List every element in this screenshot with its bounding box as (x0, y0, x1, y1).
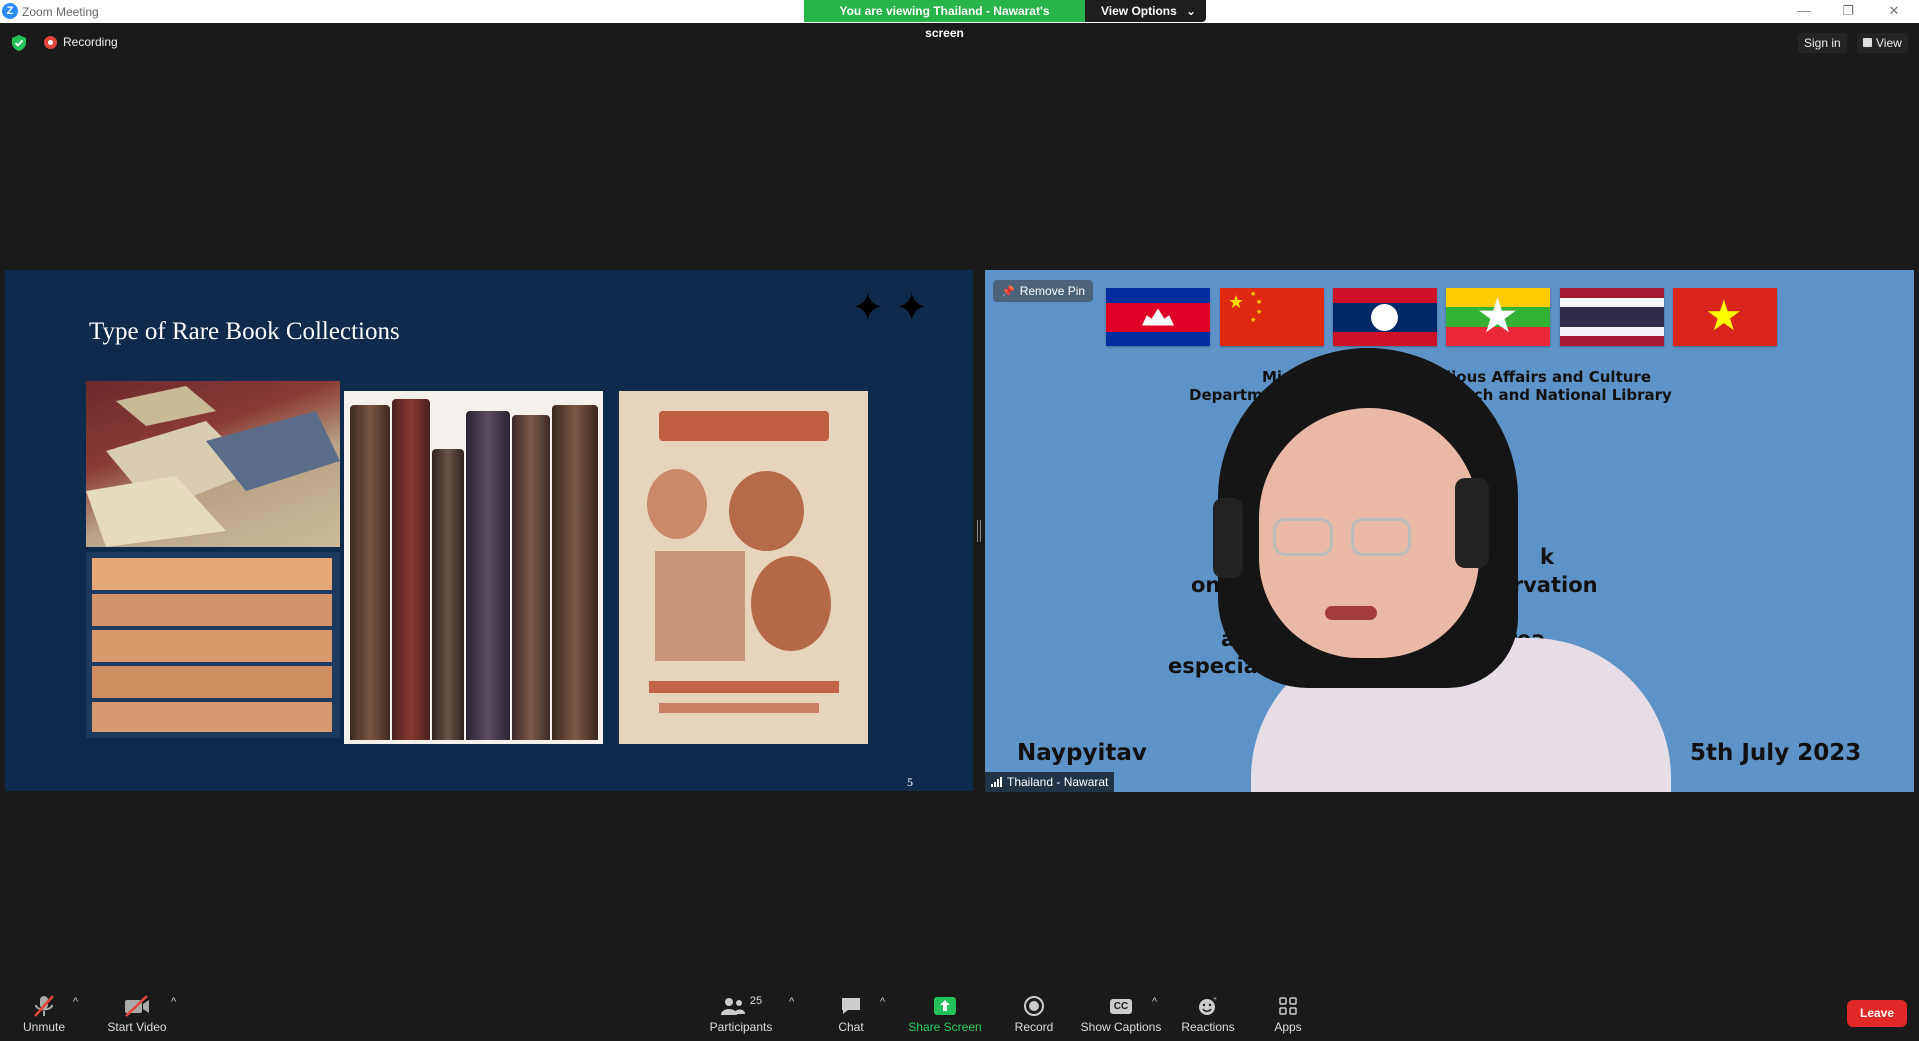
reactions-label: Reactions (1181, 1020, 1235, 1034)
microphone-muted-icon (34, 995, 54, 1017)
record-label: Record (1014, 1020, 1054, 1034)
panel-resize-handle[interactable] (977, 520, 981, 542)
audio-options-caret[interactable]: ^ (73, 996, 78, 1008)
participant-name: Thailand - Nawarat (1007, 775, 1109, 789)
start-video-button[interactable]: Start Video (92, 994, 182, 1034)
viewing-screen-notice: You are viewing Thailand - Nawarat's scr… (804, 0, 1085, 40)
apps-button[interactable]: Apps (1243, 994, 1333, 1034)
participant-name-tag: Thailand - Nawarat (985, 772, 1115, 792)
video-options-caret[interactable]: ^ (171, 996, 176, 1008)
video-camera-off-icon (125, 995, 149, 1017)
meeting-top-bar: Recording Sign in View (0, 23, 1919, 63)
view-layout-icon (1863, 38, 1872, 47)
svg-text:+: + (1213, 996, 1217, 1003)
chevron-down-icon: ⌄ (1185, 4, 1196, 18)
banner-text: Naypyitav (1017, 740, 1147, 766)
participants-count: 25 (749, 995, 763, 1007)
start-video-label: Start Video (107, 1020, 167, 1034)
view-label: View (1876, 36, 1902, 50)
smiley-reaction-icon: + (1199, 996, 1217, 1015)
restore-button[interactable]: ❐ (1838, 3, 1858, 19)
banner-text: 5th July 2023 (1690, 740, 1862, 766)
record-button[interactable]: Record (989, 994, 1079, 1034)
remove-pin-button[interactable]: 📌 Remove Pin (993, 280, 1094, 302)
thai-book-cover-photo (619, 391, 868, 744)
captions-options-caret[interactable]: ^ (1152, 996, 1157, 1008)
window-title-bar: Z Zoom Meeting You are viewing Thailand … (0, 0, 1919, 40)
recording-label: Recording (63, 35, 118, 49)
chat-label: Chat (838, 1020, 864, 1034)
chat-options-caret[interactable]: ^ (880, 996, 885, 1008)
shared-screen[interactable]: Type of Rare Book Collections ✦ ✦ 5 (5, 270, 973, 791)
minimize-button[interactable]: — (1794, 3, 1814, 19)
remove-pin-label: Remove Pin (1019, 284, 1086, 298)
screen-share-banner: You are viewing Thailand - Nawarat's scr… (804, 0, 1206, 40)
rare-books-table-photo (86, 381, 340, 547)
sign-in-button[interactable]: Sign in (1798, 33, 1847, 53)
participants-icon (720, 998, 745, 1015)
view-options-label: View Options (1101, 4, 1177, 18)
share-screen-icon (934, 997, 956, 1015)
close-window-button[interactable]: ✕ (1884, 3, 1904, 19)
chat-bubble-icon (842, 998, 860, 1014)
view-options-button[interactable]: View Options ⌄ (1085, 0, 1206, 22)
recording-indicator[interactable]: Recording (44, 35, 118, 49)
pin-icon: 📌 (1001, 285, 1015, 298)
participants-button[interactable]: 25 Participants (696, 994, 786, 1034)
record-icon (1024, 996, 1044, 1016)
show-captions-label: Show Captions (1080, 1020, 1162, 1034)
share-screen-button[interactable]: Share Screen (900, 994, 990, 1034)
sparkle-decoration-icon: ✦ (895, 286, 929, 330)
reactions-button[interactable]: + Reactions (1163, 994, 1253, 1034)
view-button[interactable]: View (1857, 33, 1908, 53)
zoom-logo-icon: Z (2, 3, 18, 19)
participants-label: Participants (709, 1020, 773, 1034)
palm-leaf-manuscripts-photo (86, 552, 340, 738)
meeting-controls-toolbar: Unmute ^ Start Video ^ 25 Participants ^ (0, 980, 1919, 1041)
apps-label: Apps (1274, 1020, 1302, 1034)
security-shield-icon[interactable] (12, 35, 26, 51)
apps-grid-icon (1279, 997, 1297, 1015)
leather-bound-volumes-photo (344, 391, 603, 744)
window-title: Zoom Meeting (22, 5, 99, 19)
participant-video-tile[interactable]: ★ ★ ★ ★ ★ ★ ★ Ministry lious Affairs and… (985, 270, 1914, 792)
slide-title: Type of Rare Book Collections (89, 318, 400, 345)
slide-number: 5 (907, 775, 913, 789)
participants-options-caret[interactable]: ^ (789, 996, 794, 1008)
signal-strength-icon (991, 777, 1002, 787)
closed-captions-icon: CC (1109, 998, 1133, 1014)
speaker-figure (1163, 338, 1693, 792)
record-dot-icon (44, 35, 57, 49)
unmute-label: Unmute (22, 1020, 66, 1034)
sparkle-decoration-icon: ✦ (851, 286, 885, 330)
leave-meeting-button[interactable]: Leave (1847, 1000, 1907, 1027)
share-screen-label: Share Screen (908, 1020, 982, 1034)
